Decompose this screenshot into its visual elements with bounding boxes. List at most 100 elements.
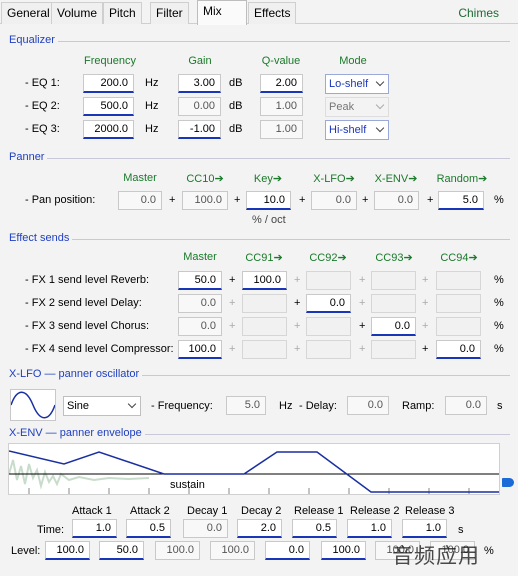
fx4-master-field[interactable]: 100.0 xyxy=(178,340,222,359)
tab-filter[interactable]: Filter xyxy=(150,2,189,24)
fx4-cc93-field[interactable] xyxy=(371,340,416,359)
fx1-master-field[interactable]: 50.0 xyxy=(178,271,222,290)
chevron-down-icon xyxy=(128,401,136,409)
release3-time-field[interactable]: 1.0 xyxy=(402,519,447,538)
attack1-time-field[interactable]: 1.0 xyxy=(72,519,117,538)
fx4-cc91-field[interactable] xyxy=(242,340,287,359)
eq3-mode-select[interactable]: Hi-shelf xyxy=(325,120,389,140)
fx3-cc93-field[interactable]: 0.0 xyxy=(371,317,416,336)
db-unit: dB xyxy=(229,123,243,135)
plus-sign: + xyxy=(229,297,236,309)
divider xyxy=(8,239,510,240)
mode-header: Mode xyxy=(339,55,367,67)
pan-key-field[interactable]: 10.0 xyxy=(246,191,291,210)
plus-sign: + xyxy=(362,194,369,206)
fx-cc94-header: CC94➔ xyxy=(440,252,478,264)
eq3-gain-field[interactable]: -1.00 xyxy=(178,120,221,139)
waveform-value: Sine xyxy=(67,400,90,412)
lfo-ramp-field[interactable]: 0.0 xyxy=(445,396,487,415)
release1-header: Release 1 xyxy=(294,505,344,517)
pan-random-field[interactable]: 5.0 xyxy=(438,191,484,210)
lfo-frequency-field[interactable]: 5.0 xyxy=(226,396,266,415)
envelope-end-handle[interactable] xyxy=(502,478,514,487)
tab-bar: General Volume Pitch Filter Mix Effects … xyxy=(0,0,518,25)
pan-random-header: Random➔ xyxy=(436,173,488,185)
fx4-cc94-field[interactable]: 0.0 xyxy=(436,340,481,359)
eq3-frequency-field[interactable]: 2000.0 xyxy=(83,120,134,139)
divider xyxy=(8,41,510,42)
fx1-cc91-field[interactable]: 100.0 xyxy=(242,271,287,290)
tab-pitch[interactable]: Pitch xyxy=(103,2,142,24)
plus-sign: + xyxy=(422,274,429,286)
eq1-q-field[interactable]: 2.00 xyxy=(260,74,303,93)
lfo-delay-label: - Delay: xyxy=(299,400,337,412)
eq2-q-field[interactable]: 1.00 xyxy=(260,97,303,116)
eq1-mode-select[interactable]: Lo-shelf xyxy=(325,74,389,94)
attack1-header: Attack 1 xyxy=(72,505,112,517)
level-3-field[interactable]: 100.0 xyxy=(155,541,200,560)
seconds-unit: s xyxy=(497,400,503,412)
level-5-field[interactable]: 0.0 xyxy=(265,541,310,560)
tab-volume[interactable]: Volume xyxy=(51,2,104,24)
percent-unit: % xyxy=(494,194,504,206)
key-unit-label: % / oct xyxy=(252,214,286,226)
plus-sign: + xyxy=(359,274,366,286)
attack2-time-field[interactable]: 0.5 xyxy=(126,519,171,538)
percent-unit: % xyxy=(494,320,504,332)
watermark: 音频应用 xyxy=(392,545,480,568)
plus-sign: + xyxy=(427,194,434,206)
pan-xlfo-field[interactable]: 0.0 xyxy=(311,191,357,210)
plus-sign: + xyxy=(359,343,366,355)
fx1-cc93-field[interactable] xyxy=(371,271,416,290)
fx2-cc93-field[interactable] xyxy=(371,294,416,313)
plus-sign: + xyxy=(422,297,429,309)
plus-sign: + xyxy=(294,274,301,286)
release1-time-field[interactable]: 0.5 xyxy=(292,519,337,538)
fx1-cc94-field[interactable] xyxy=(436,271,481,290)
fx3-cc94-field[interactable] xyxy=(436,317,481,336)
plus-sign: + xyxy=(229,343,236,355)
plus-sign: + xyxy=(422,343,429,355)
level-6-field[interactable]: 100.0 xyxy=(321,541,366,560)
fx3-cc92-field[interactable] xyxy=(306,317,351,336)
plus-sign: + xyxy=(359,297,366,309)
lfo-delay-field[interactable]: 0.0 xyxy=(347,396,389,415)
fx2-cc91-field[interactable] xyxy=(242,294,287,313)
db-unit: dB xyxy=(229,100,243,112)
tab-general[interactable]: General xyxy=(1,2,56,24)
fx2-master-field[interactable]: 0.0 xyxy=(178,294,222,313)
pan-key-header: Key➔ xyxy=(253,173,283,185)
envelope-curve xyxy=(9,450,499,493)
fx4-cc92-field[interactable] xyxy=(306,340,351,359)
fx2-cc92-field[interactable]: 0.0 xyxy=(306,294,351,313)
eq1-gain-field[interactable]: 3.00 xyxy=(178,74,221,93)
level-1-field[interactable]: 100.0 xyxy=(45,541,90,560)
level-2-field[interactable]: 50.0 xyxy=(99,541,144,560)
seconds-unit: s xyxy=(458,524,464,536)
fx2-cc94-field[interactable] xyxy=(436,294,481,313)
fx3-cc91-field[interactable] xyxy=(242,317,287,336)
envelope-graph[interactable] xyxy=(8,443,500,495)
waveform-select[interactable]: Sine xyxy=(63,396,141,416)
decay2-time-field[interactable]: 2.0 xyxy=(237,519,282,538)
envelope-svg xyxy=(9,450,499,494)
eq3-q-field[interactable]: 1.00 xyxy=(260,120,303,139)
pan-xenv-field[interactable]: 0.0 xyxy=(374,191,419,210)
release2-time-field[interactable]: 1.0 xyxy=(347,519,392,538)
level-4-field[interactable]: 100.0 xyxy=(210,541,255,560)
fx3-master-field[interactable]: 0.0 xyxy=(178,317,222,336)
eq2-mode-select[interactable]: Peak xyxy=(325,97,389,117)
attack2-header: Attack 2 xyxy=(130,505,170,517)
pan-master-field[interactable]: 0.0 xyxy=(118,191,162,210)
fx1-cc92-field[interactable] xyxy=(306,271,351,290)
decay1-time-field[interactable]: 0.0 xyxy=(183,519,228,538)
eq2-frequency-field[interactable]: 500.0 xyxy=(83,97,134,116)
eq2-gain-field[interactable]: 0.00 xyxy=(178,97,221,116)
sine-wave-icon xyxy=(10,391,56,419)
eq1-label: - EQ 1: xyxy=(25,77,60,89)
tab-effects[interactable]: Effects xyxy=(248,2,297,24)
xenv-title: X-ENV — panner envelope xyxy=(7,427,145,441)
eq1-frequency-field[interactable]: 200.0 xyxy=(83,74,134,93)
pan-cc10-field[interactable]: 100.0 xyxy=(182,191,228,210)
tab-mix[interactable]: Mix xyxy=(197,0,247,25)
